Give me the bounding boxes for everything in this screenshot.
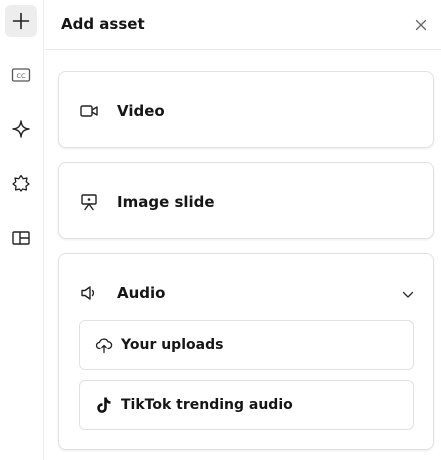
rail-add-button[interactable]	[5, 5, 37, 37]
tiktok-trending-audio-label: TikTok trending audio	[121, 397, 293, 413]
tiktok-icon	[95, 396, 113, 414]
video-camera-icon	[80, 102, 98, 120]
tiktok-trending-audio-option[interactable]: TikTok trending audio	[79, 380, 414, 430]
layout-icon	[11, 229, 31, 247]
closed-captions-icon: CC	[11, 67, 31, 83]
image-slide-icon	[80, 193, 98, 211]
close-button[interactable]	[413, 17, 429, 33]
rail-stickers-button[interactable]	[5, 167, 37, 199]
plus-icon	[11, 11, 31, 31]
audio-asset-label: Audio	[117, 284, 166, 302]
puzzle-icon	[11, 173, 31, 193]
your-uploads-label: Your uploads	[121, 337, 224, 353]
audio-expand-toggle[interactable]	[401, 286, 415, 300]
image-slide-asset-label: Image slide	[117, 192, 215, 211]
cloud-upload-icon	[95, 336, 113, 354]
video-asset-card[interactable]: Video	[58, 71, 434, 148]
video-asset-label: Video	[117, 101, 165, 120]
image-slide-asset-card[interactable]: Image slide	[58, 162, 434, 239]
close-icon	[415, 16, 427, 35]
rail-captions-button[interactable]: CC	[5, 59, 37, 91]
audio-asset-card: Audio Your uploads TikTok trending audio	[58, 253, 434, 450]
left-rail: CC	[0, 0, 44, 460]
rail-effects-button[interactable]	[5, 113, 37, 145]
chevron-down-icon	[402, 284, 414, 303]
rail-layout-button[interactable]	[5, 222, 37, 254]
sparkle-icon	[11, 119, 31, 139]
svg-text:CC: CC	[16, 72, 26, 80]
your-uploads-option[interactable]: Your uploads	[79, 320, 414, 370]
panel-title: Add asset	[61, 15, 145, 33]
speaker-icon	[80, 284, 98, 302]
panel-header: Add asset	[45, 0, 441, 50]
